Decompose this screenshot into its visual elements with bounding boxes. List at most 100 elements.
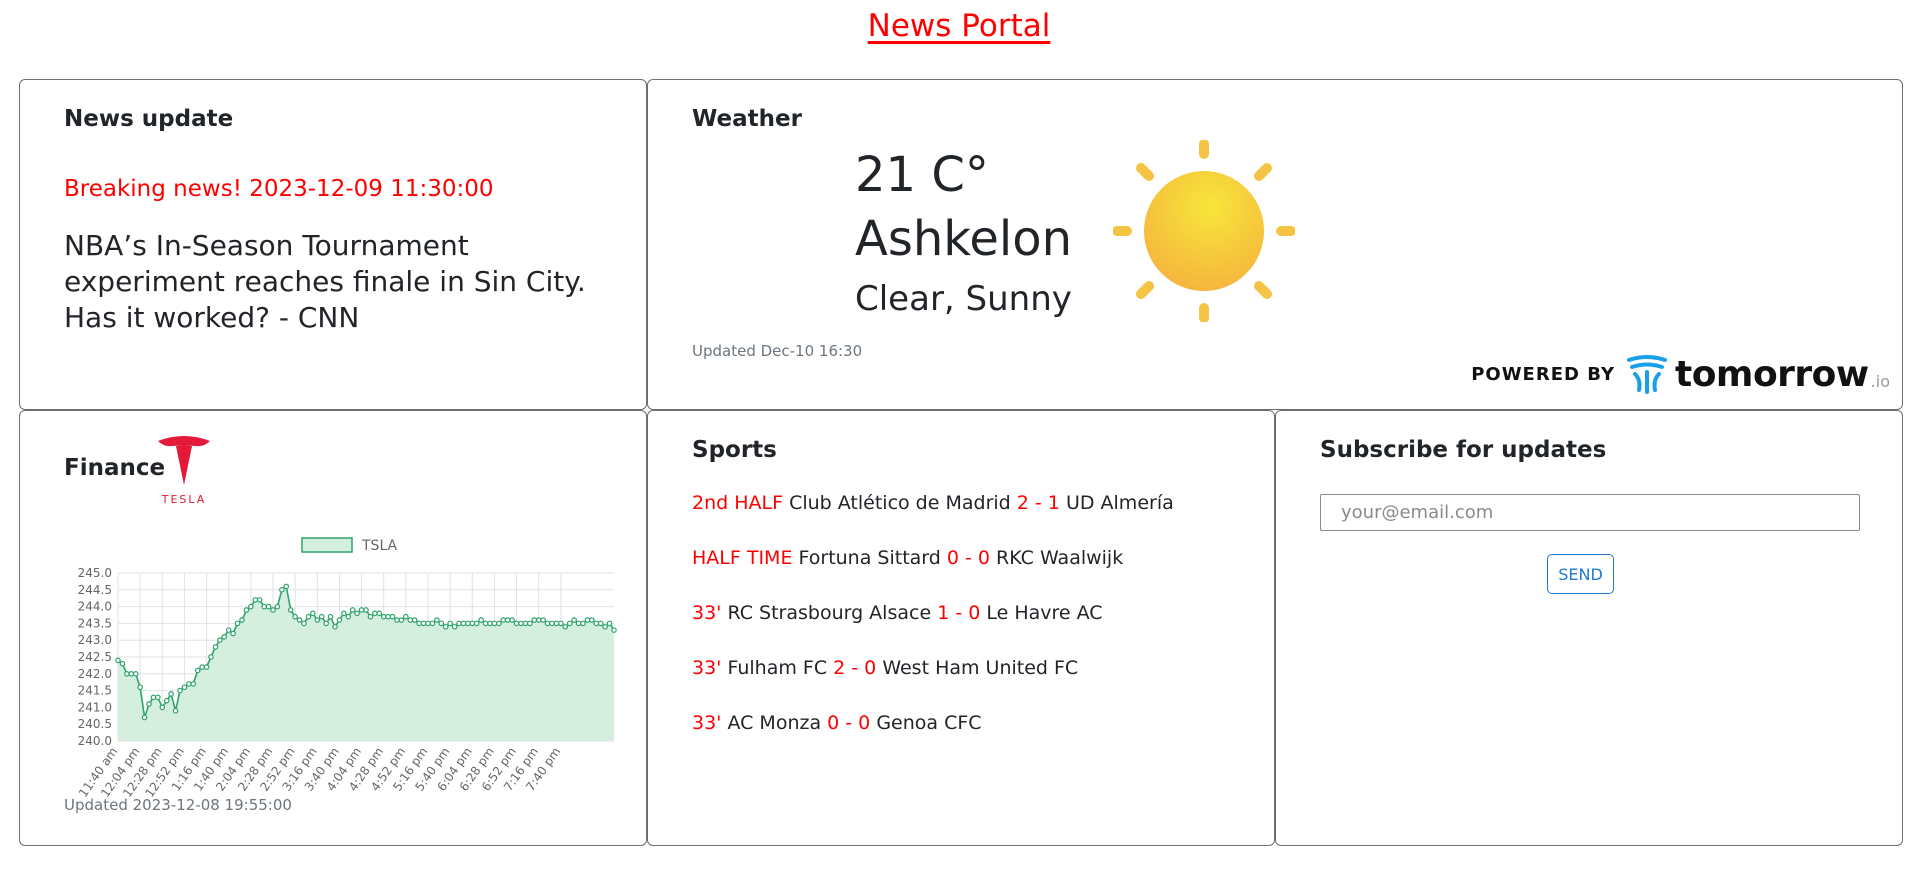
match-home-team: AC Monza bbox=[727, 712, 822, 734]
chart-point bbox=[438, 620, 445, 627]
chart-point bbox=[332, 623, 338, 630]
page-title[interactable]: News Portal bbox=[0, 8, 1918, 44]
match-score: 2 - 0 bbox=[833, 657, 877, 679]
chart-point bbox=[124, 671, 130, 677]
match-home-team: RC Strasbourg Alsace bbox=[727, 602, 932, 624]
match-score: 0 - 0 bbox=[946, 547, 990, 569]
y-tick-label: 241.5 bbox=[78, 684, 112, 698]
chart-point bbox=[323, 620, 329, 627]
chart-point bbox=[292, 613, 298, 620]
chart-point bbox=[403, 613, 409, 620]
chart-point bbox=[252, 597, 259, 603]
chart-point bbox=[363, 607, 369, 613]
legend-label: TSLA bbox=[361, 538, 398, 554]
chart-point bbox=[190, 681, 197, 687]
match-score: 2 - 1 bbox=[1016, 492, 1060, 514]
match-home-team: Fortuna Sittard bbox=[798, 547, 941, 569]
send-button[interactable]: SEND bbox=[1547, 554, 1614, 594]
legend-swatch bbox=[301, 537, 353, 553]
weather-city: Ashkelon bbox=[855, 211, 1073, 267]
chart-point bbox=[230, 630, 236, 637]
chart-point bbox=[469, 620, 476, 627]
tesla-logo-text: TESLA bbox=[161, 493, 207, 505]
chart-point bbox=[128, 671, 135, 677]
powered-by-tomorrow[interactable]: POWERED BY tomorrow .io bbox=[1471, 352, 1890, 396]
chart-point bbox=[460, 620, 467, 627]
match-score: 1 - 0 bbox=[937, 602, 981, 624]
sports-card: Sports 2nd HALF Club Atlético de Madrid … bbox=[647, 410, 1275, 846]
y-tick-label: 241.0 bbox=[78, 700, 112, 714]
match-item: HALF TIME Fortuna Sittard 0 - 0 RKC Waal… bbox=[692, 546, 1252, 601]
chart-point bbox=[571, 617, 577, 623]
tomorrow-logo-icon bbox=[1626, 355, 1667, 394]
chart-point bbox=[465, 620, 471, 627]
match-item: 33' RC Strasbourg Alsace 1 - 0 Le Havre … bbox=[692, 601, 1252, 656]
chart-point bbox=[411, 617, 418, 623]
chart-point bbox=[199, 664, 205, 670]
chart-point bbox=[544, 620, 551, 627]
chart-point bbox=[389, 613, 396, 620]
match-away-team: Genoa CFC bbox=[876, 712, 982, 734]
chart-point bbox=[225, 627, 232, 633]
news-card: News update Breaking news! 2023-12-09 11… bbox=[19, 79, 647, 410]
news-headline: NBA’s In-Season Tournament experiment re… bbox=[64, 229, 586, 334]
match-away-team: West Ham United FC bbox=[882, 657, 1079, 679]
chart-point bbox=[194, 667, 201, 674]
chart-point bbox=[482, 620, 489, 627]
chart-point bbox=[500, 617, 507, 623]
chart-point bbox=[181, 684, 188, 691]
chart-point bbox=[487, 620, 493, 627]
chart-point bbox=[274, 603, 281, 610]
y-tick-label: 240.5 bbox=[78, 717, 112, 731]
chart-point bbox=[159, 704, 166, 711]
chart-point bbox=[261, 603, 267, 610]
finance-title: Finance bbox=[64, 455, 166, 481]
subscribe-card: Subscribe for updates SEND bbox=[1275, 410, 1903, 846]
match-status: 33' bbox=[692, 602, 722, 624]
email-field[interactable] bbox=[1320, 494, 1860, 531]
chart-point bbox=[310, 610, 316, 617]
chart-point bbox=[566, 620, 573, 627]
chart-point bbox=[416, 620, 422, 627]
chart-point bbox=[119, 660, 126, 667]
chart-point bbox=[606, 620, 613, 627]
chart-point bbox=[434, 617, 440, 623]
chart-point bbox=[522, 620, 529, 627]
chart-point bbox=[203, 664, 210, 670]
chart-point bbox=[473, 620, 480, 627]
chart-point bbox=[540, 617, 546, 623]
chart-point bbox=[611, 627, 617, 633]
chart-point bbox=[141, 714, 148, 721]
chart-point bbox=[584, 617, 591, 623]
chart-point bbox=[558, 620, 564, 627]
match-status: 33' bbox=[692, 712, 722, 734]
match-away-team: UD Almería bbox=[1065, 492, 1174, 514]
y-tick-label: 245.0 bbox=[78, 566, 112, 580]
match-status: HALF TIME bbox=[692, 547, 793, 569]
chart-point bbox=[132, 671, 139, 677]
chart-point bbox=[376, 610, 383, 617]
weather-updated: Updated Dec-10 16:30 bbox=[692, 342, 863, 360]
chart-point bbox=[518, 620, 524, 627]
tsla-chart: TSLA 240.0 240.5 241.0 241.5 242.0 242.5 243.0 2… bbox=[76, 537, 617, 799]
sports-list: 2nd HALF Club Atlético de Madrid 2 - 1 U… bbox=[692, 491, 1252, 766]
chart-point bbox=[504, 617, 511, 623]
weather-condition: Clear, Sunny bbox=[855, 279, 1072, 319]
chart-point bbox=[243, 607, 250, 613]
chart-point bbox=[597, 620, 604, 627]
chart-point bbox=[380, 613, 387, 620]
news-title: News update bbox=[64, 106, 234, 132]
finance-card: Finance TESLA TSLA 240.0 240.5 241.0 241.5 24… bbox=[19, 410, 647, 846]
tesla-logo: TESLA bbox=[158, 436, 210, 505]
y-tick-label: 242.0 bbox=[78, 667, 112, 681]
chart-point bbox=[425, 620, 431, 627]
chart-point bbox=[496, 620, 502, 627]
chart-point bbox=[447, 620, 453, 627]
chart-point bbox=[296, 617, 303, 623]
chart-point bbox=[314, 617, 321, 623]
chart-point bbox=[549, 620, 555, 627]
chart-point bbox=[527, 620, 533, 627]
match-home-team: Fulham FC bbox=[727, 657, 828, 679]
match-home-team: Club Atlético de Madrid bbox=[789, 492, 1011, 514]
chart-point bbox=[287, 607, 294, 613]
